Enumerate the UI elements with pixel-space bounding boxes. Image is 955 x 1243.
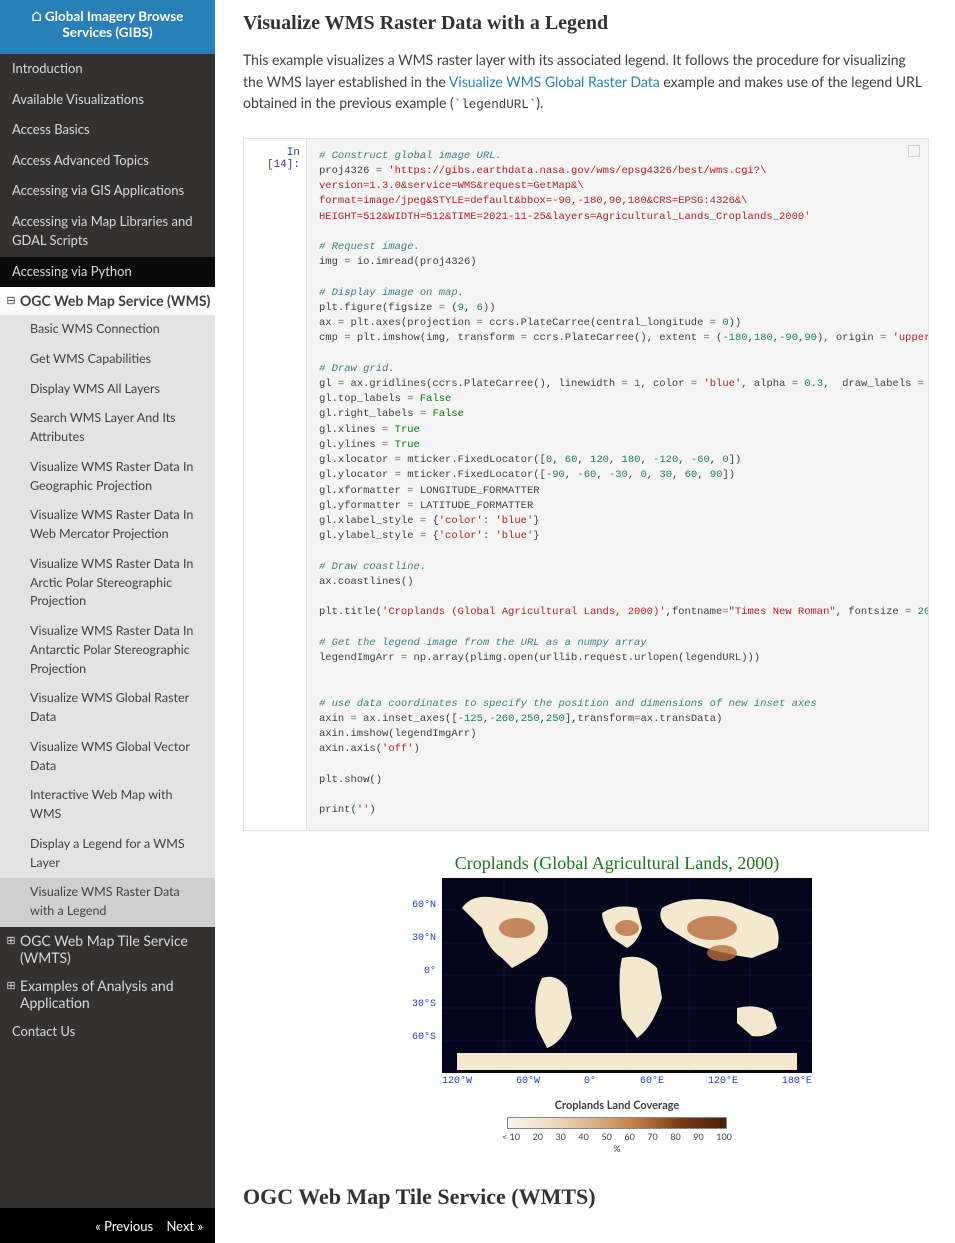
nav-subitem[interactable]: Visualize WMS Global Vector Data (0, 733, 215, 782)
home-icon: ⌂ (32, 8, 42, 24)
nav-contact[interactable]: Contact Us (0, 1017, 215, 1048)
nav-item[interactable]: Available Visualizations (0, 85, 215, 116)
nav-subitem[interactable]: Visualize WMS Global Raster Data (0, 684, 215, 733)
nav-subitem[interactable]: Search WMS Layer And Its Attributes (0, 404, 215, 453)
world-map: 60°N30°N0°30°S60°S (402, 878, 832, 1154)
expand-icon[interactable]: ⊞ (2, 932, 20, 947)
map-svg (442, 878, 812, 1073)
nav-item[interactable]: Introduction (0, 54, 215, 85)
nav-subitem[interactable]: Visualize WMS Raster Data In Antarctic P… (0, 617, 215, 684)
nav-item[interactable]: Accessing via GIS Applications (0, 176, 215, 207)
footer-nav: « Previous Next » (0, 1208, 215, 1243)
expand-icon[interactable]: ⊞ (2, 977, 20, 992)
nav-section[interactable]: ⊞OGC Web Map Tile Service (WMTS) (0, 927, 215, 972)
site-title[interactable]: ⌂ Global Imagery Browse Services (GIBS) (0, 0, 215, 54)
nav-subitem[interactable]: Visualize WMS Raster Data with a Legend (0, 878, 215, 927)
page-title: Visualize WMS Raster Data with a Legend (243, 12, 929, 35)
chart-title: Croplands (Global Agricultural Lands, 20… (305, 853, 929, 874)
nav-section[interactable]: ⊞Examples of Analysis and Application (0, 972, 215, 1017)
nav-subitem[interactable]: Visualize WMS Raster Data In Geographic … (0, 453, 215, 502)
nav-item[interactable]: Accessing via Map Libraries and GDAL Scr… (0, 207, 215, 257)
collapse-icon[interactable]: ⊟ (2, 292, 20, 307)
nav: IntroductionAvailable VisualizationsAcce… (0, 54, 215, 1208)
nav-subitem[interactable]: Display a Legend for a WMS Layer (0, 830, 215, 879)
nav-subitem[interactable]: Interactive Web Map with WMS (0, 781, 215, 830)
cell-output: Croplands (Global Agricultural Lands, 20… (305, 853, 929, 1154)
cell-prompt: In [14]: (244, 139, 306, 831)
prev-link[interactable]: « Previous (95, 1218, 153, 1234)
nav-subitem[interactable]: Visualize WMS Raster Data In Arctic Pola… (0, 550, 215, 617)
code-block: # Construct global image URL. proj4326 =… (306, 139, 928, 831)
nav-item[interactable]: Access Advanced Topics (0, 146, 215, 177)
nav-item[interactable]: Accessing via Python (0, 257, 215, 288)
nav-item[interactable]: Access Basics (0, 115, 215, 146)
nav-subitem[interactable]: Display WMS All Layers (0, 375, 215, 405)
next-link[interactable]: Next » (166, 1218, 203, 1234)
nav-section-wms[interactable]: ⊟ OGC Web Map Service (WMS) Basic WMS Co… (0, 287, 215, 927)
intro-paragraph: This example visualizes a WMS raster lay… (243, 49, 929, 116)
nav-subitem[interactable]: Visualize WMS Raster Data In Web Mercato… (0, 501, 215, 550)
map-legend: Croplands Land Coverage < 10203040506070… (402, 1099, 832, 1154)
nav-subitem[interactable]: Basic WMS Connection (0, 315, 215, 345)
copy-icon[interactable] (908, 145, 920, 157)
code-cell: In [14]: # Construct global image URL. p… (243, 138, 929, 832)
sidebar: ⌂ Global Imagery Browse Services (GIBS) … (0, 0, 215, 1243)
intro-link[interactable]: Visualize WMS Global Raster Data (449, 73, 660, 90)
section-heading-wmts: OGC Web Map Tile Service (WMTS) (243, 1184, 929, 1210)
main-content: Visualize WMS Raster Data with a Legend … (215, 0, 955, 1243)
nav-subitem[interactable]: Get WMS Capabilities (0, 345, 215, 375)
